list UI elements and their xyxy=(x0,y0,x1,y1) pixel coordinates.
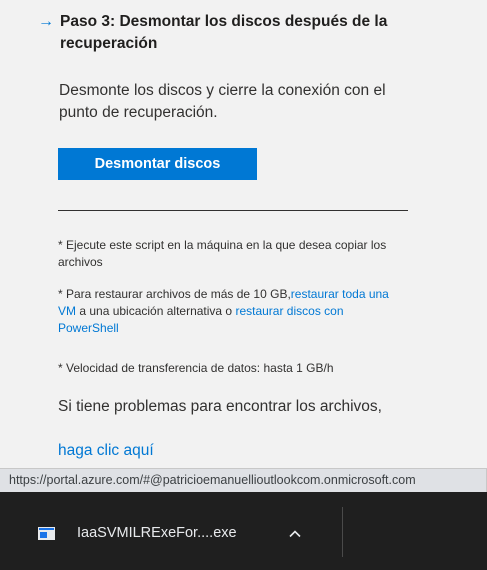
note-run-script-text: * Ejecute este script en la máquina en l… xyxy=(58,238,387,269)
link-status-bar: https://portal.azure.com/#@patricioemanu… xyxy=(0,468,487,492)
download-item[interactable]: IaaSVMILRExeFor....exe xyxy=(20,508,320,558)
window-app-icon xyxy=(38,526,55,540)
note-transfer-speed-text: * Velocidad de transferencia de datos: h… xyxy=(58,361,334,375)
download-file-name: IaaSVMILRExeFor....exe xyxy=(77,525,237,541)
status-url: https://portal.azure.com/#@patricioemanu… xyxy=(9,473,416,487)
chevron-up-icon[interactable] xyxy=(288,527,302,541)
step-description: Desmonte los discos y cierre la conexión… xyxy=(59,82,386,121)
note-transfer-speed: * Velocidad de transferencia de datos: h… xyxy=(58,360,403,377)
shelf-divider xyxy=(342,507,343,557)
arrow-right-icon: → xyxy=(38,13,54,30)
note-large-files-prefix: * Para restaurar archivos de más de 10 G… xyxy=(58,287,291,301)
help-text: Si tiene problemas para encontrar los ar… xyxy=(58,398,382,415)
restore-panel: → Paso 3: Desmontar los discos después d… xyxy=(0,0,487,470)
section-divider xyxy=(58,210,408,211)
note-large-files: * Para restaurar archivos de más de 10 G… xyxy=(58,286,403,337)
step-header: → Paso 3: Desmontar los discos después d… xyxy=(38,11,420,55)
help-click-here-link[interactable]: haga clic aquí xyxy=(58,440,154,461)
note-run-script: * Ejecute este script en la máquina en l… xyxy=(58,237,403,271)
note-large-files-middle: a una ubicación alternativa o xyxy=(76,304,236,318)
step-title: Paso 3: Desmontar los discos después de … xyxy=(60,13,388,52)
unmount-disks-button[interactable]: Desmontar discos xyxy=(58,148,257,180)
